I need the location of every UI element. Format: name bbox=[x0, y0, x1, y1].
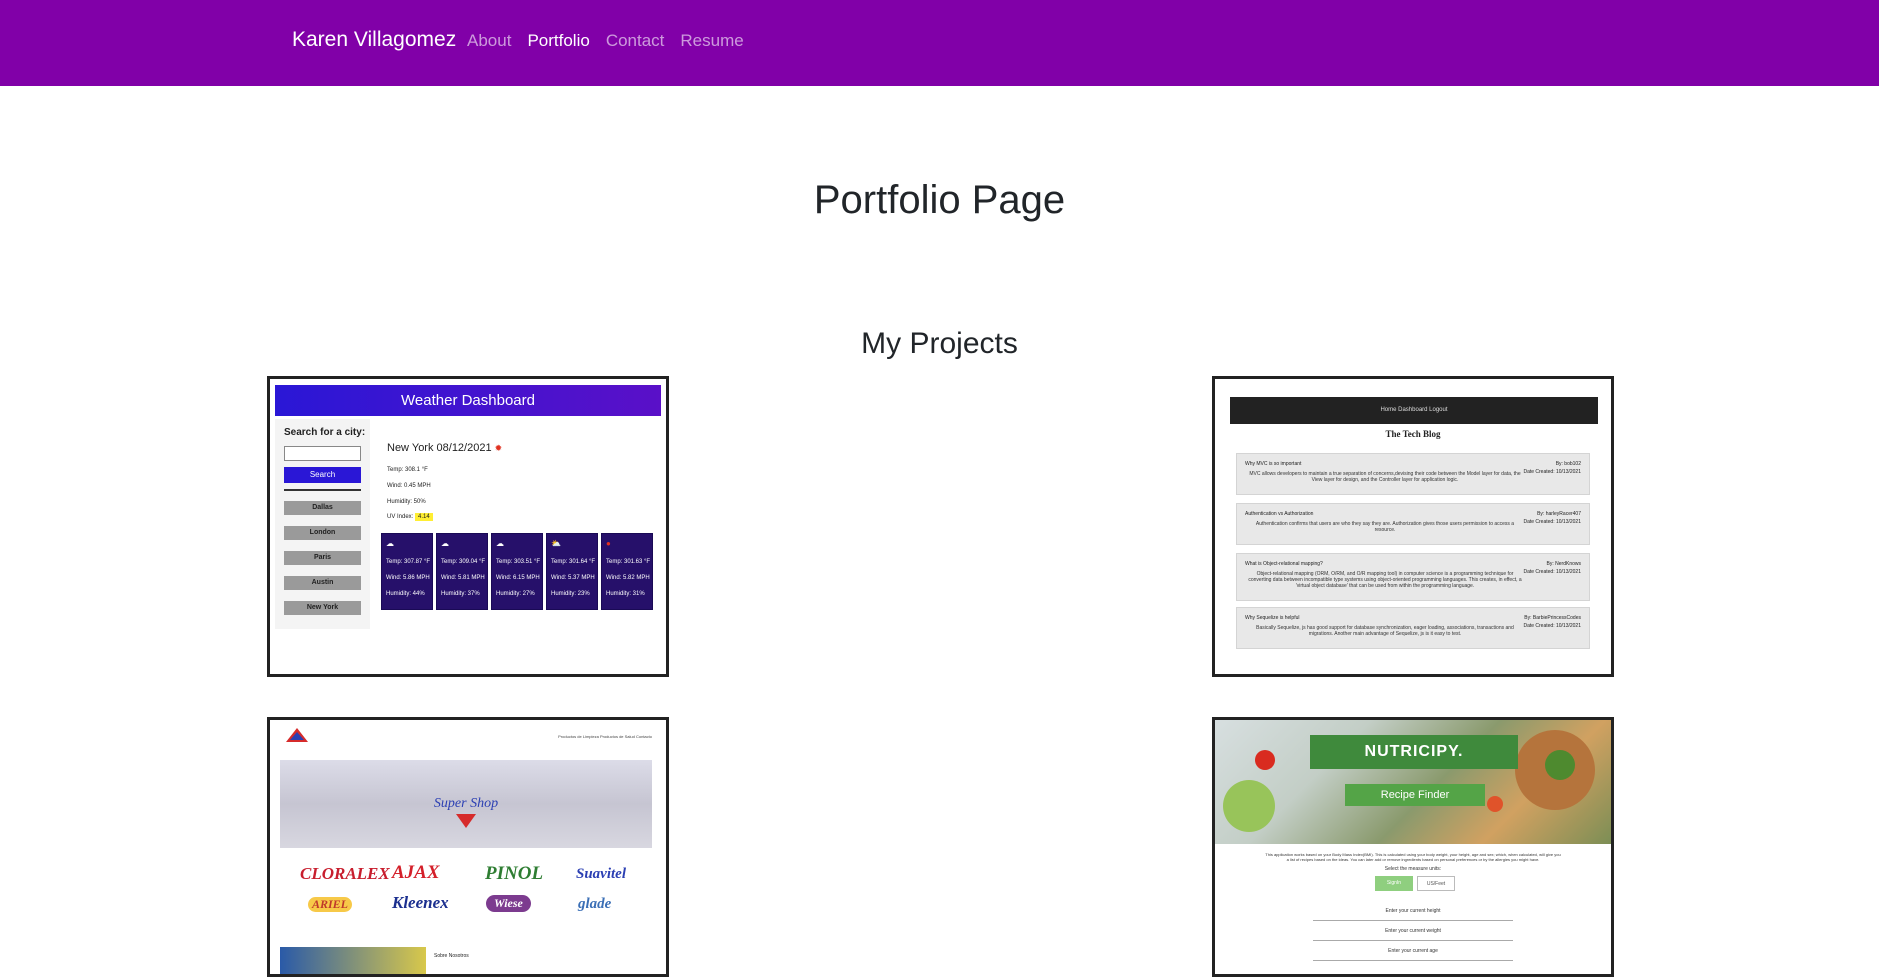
sun-icon: ✹ bbox=[494, 443, 503, 453]
cloud-icon: ☁ bbox=[441, 539, 449, 548]
forecast-card: ☁ Temp: 303.51 °F Wind: 6.15 MPH Humidit… bbox=[491, 533, 543, 610]
uv-index: UV Index: 4.14 bbox=[387, 513, 433, 521]
cloud-icon: ☁ bbox=[496, 539, 504, 548]
us-unit-button: US/Feet bbox=[1417, 876, 1455, 891]
nav-links: About Portfolio Contact Resume bbox=[467, 31, 760, 51]
shop-nav: Productos de Limpieza Productos de Salud… bbox=[558, 734, 652, 739]
forecast-card: ● Temp: 301.63 °F Wind: 5.82 MPH Humidit… bbox=[601, 533, 653, 610]
brand-logo: AJAX bbox=[392, 862, 440, 883]
cloud-icon: ☁ bbox=[386, 539, 394, 548]
city-search-input bbox=[284, 446, 361, 461]
brand-logo: CLORALEX bbox=[300, 864, 390, 883]
tomato-shape bbox=[1255, 750, 1275, 770]
brand-link[interactable]: Karen Villagomez bbox=[292, 28, 456, 52]
blog-post: Authentication vs Authorization Authenti… bbox=[1236, 503, 1590, 545]
forecast-card: ☁ Temp: 309.04 °F Wind: 5.81 MPH Humidit… bbox=[436, 533, 488, 610]
city-button: Austin bbox=[284, 576, 361, 590]
city-button: London bbox=[284, 526, 361, 540]
current-temp: Temp: 308.1 °F bbox=[387, 467, 428, 473]
current-wind: Wind: 0.45 MPH bbox=[387, 483, 431, 489]
about-image bbox=[280, 947, 426, 974]
partly-cloudy-icon: ⛅ bbox=[551, 539, 561, 548]
blog-post: Why Sequelize is helpful Basically Seque… bbox=[1236, 607, 1590, 649]
weather-sidebar: Search for a city: Search Dallas London … bbox=[275, 419, 370, 629]
sun-icon: ● bbox=[606, 539, 611, 548]
divider bbox=[284, 489, 361, 491]
weather-header: Weather Dashboard bbox=[275, 385, 661, 416]
blog-post: What is Object-relational mapping? Objec… bbox=[1236, 553, 1590, 601]
city-button: New York bbox=[284, 601, 361, 615]
blog-post: Why MVC is so important MVC allows devel… bbox=[1236, 453, 1590, 495]
project-card-nutricipy[interactable]: NUTRICIPY. Recipe Finder This applicatio… bbox=[1212, 717, 1614, 977]
brand-logo: Suavitel bbox=[576, 866, 627, 882]
brand-logo: glade bbox=[578, 896, 612, 912]
city-button: Paris bbox=[284, 551, 361, 565]
page-title: Portfolio Page bbox=[813, 178, 1066, 222]
nav-contact[interactable]: Contact bbox=[606, 31, 665, 51]
project-card-weather[interactable]: Weather Dashboard Search for a city: Sea… bbox=[267, 376, 669, 677]
broccoli-shape bbox=[1545, 750, 1575, 780]
shop-banner: Super Shop bbox=[280, 760, 652, 848]
current-humidity: Humidity: 50% bbox=[387, 499, 426, 505]
blog-navbar: Home Dashboard Logout bbox=[1230, 397, 1598, 424]
banner-text: Super Shop bbox=[433, 796, 499, 811]
city-button: Dallas bbox=[284, 501, 361, 515]
nav-resume[interactable]: Resume bbox=[680, 31, 743, 51]
search-label: Search for a city: bbox=[284, 427, 366, 438]
forecast-card: ⛅ Temp: 301.64 °F Wind: 5.37 MPH Humidit… bbox=[546, 533, 598, 610]
project-card-super-shop[interactable]: Productos de Limpieza Productos de Salud… bbox=[267, 717, 669, 977]
project-card-tech-blog[interactable]: Home Dashboard Logout The Tech Blog Why … bbox=[1212, 376, 1614, 677]
super-shop-logo bbox=[286, 728, 308, 742]
current-city: New York 08/12/2021 ✹ bbox=[387, 442, 503, 454]
navbar: Karen Villagomez About Portfolio Contact… bbox=[0, 0, 1879, 86]
about-heading: Sobre Nosotros bbox=[434, 953, 469, 959]
height-field: Enter your current height bbox=[1313, 908, 1513, 921]
app-description: This application works based on your Bod… bbox=[1265, 852, 1561, 862]
brand-logo: Kleenex bbox=[392, 893, 449, 912]
forecast-card: ☁ Temp: 307.87 °F Wind: 5.86 MPH Humidit… bbox=[381, 533, 433, 610]
weight-field: Enter your current weight bbox=[1313, 928, 1513, 941]
lime-shape bbox=[1223, 780, 1275, 832]
tomato-shape bbox=[1487, 796, 1503, 812]
banner-triangle-icon bbox=[456, 814, 476, 828]
section-title: My Projects bbox=[861, 327, 1018, 360]
search-button: Search bbox=[284, 467, 361, 483]
brand-logo: PINOL bbox=[485, 863, 544, 884]
recipe-finder-button: Recipe Finder bbox=[1345, 784, 1485, 806]
nav-portfolio[interactable]: Portfolio bbox=[527, 31, 589, 51]
nav-about[interactable]: About bbox=[467, 31, 511, 51]
units-label: Select the measure units: bbox=[1384, 866, 1442, 872]
nutricipy-logo: NUTRICIPY. bbox=[1310, 735, 1518, 769]
brand-logo: ARIEL bbox=[308, 897, 353, 912]
brand-logo: Wiese bbox=[486, 895, 531, 912]
blog-title: The Tech Blog bbox=[1385, 429, 1441, 439]
metric-unit-button: SignIn bbox=[1375, 876, 1413, 891]
age-field: Enter your current age bbox=[1313, 948, 1513, 961]
